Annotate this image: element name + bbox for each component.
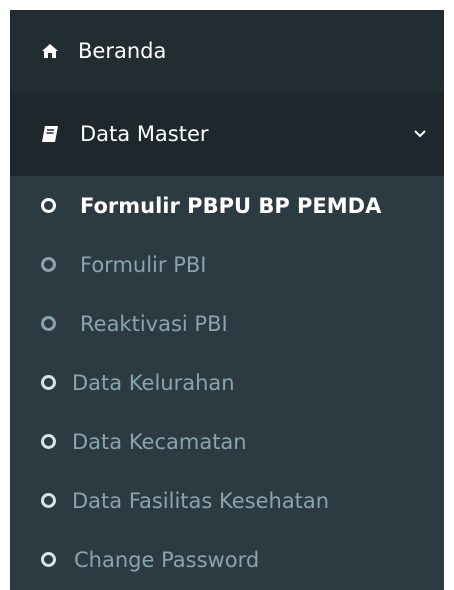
submenu-item-data-kelurahan[interactable]: Data Kelurahan (10, 353, 444, 412)
sidebar-item-label: Beranda (78, 39, 167, 63)
submenu-item-formulir-pbi[interactable]: Formulir PBI (10, 235, 444, 294)
circle-icon (41, 316, 56, 331)
submenu: Formulir PBPU BP PEMDA Formulir PBI Reak… (10, 176, 444, 589)
circle-icon (41, 493, 56, 508)
home-icon (41, 41, 61, 61)
sidebar-item-label: Data Master (80, 122, 209, 146)
submenu-item-formulir-pbpu[interactable]: Formulir PBPU BP PEMDA (10, 176, 444, 235)
sidebar-menu: Beranda Data Master Formulir PBPU BP PEM… (10, 10, 444, 590)
submenu-item-label: Change Password (74, 547, 260, 572)
circle-icon (41, 257, 56, 272)
sidebar-item-beranda[interactable]: Beranda (10, 10, 444, 92)
circle-icon (41, 198, 56, 213)
submenu-item-label: Reaktivasi PBI (80, 311, 228, 336)
submenu-item-data-kecamatan[interactable]: Data Kecamatan (10, 412, 444, 471)
circle-icon (41, 434, 56, 449)
book-icon (41, 124, 61, 144)
submenu-item-data-fasilitas-kesehatan[interactable]: Data Fasilitas Kesehatan (10, 471, 444, 530)
chevron-down-icon[interactable] (414, 127, 428, 141)
submenu-item-label: Data Kecamatan (72, 429, 247, 454)
circle-icon (41, 552, 56, 567)
submenu-item-label: Formulir PBPU BP PEMDA (80, 193, 382, 218)
submenu-item-label: Formulir PBI (80, 252, 207, 277)
submenu-item-label: Data Kelurahan (72, 370, 235, 395)
submenu-item-change-password[interactable]: Change Password (10, 530, 444, 589)
submenu-item-reaktivasi-pbi[interactable]: Reaktivasi PBI (10, 294, 444, 353)
circle-icon (41, 375, 56, 390)
sidebar-item-data-master[interactable]: Data Master (10, 92, 444, 176)
submenu-item-label: Data Fasilitas Kesehatan (72, 488, 330, 513)
